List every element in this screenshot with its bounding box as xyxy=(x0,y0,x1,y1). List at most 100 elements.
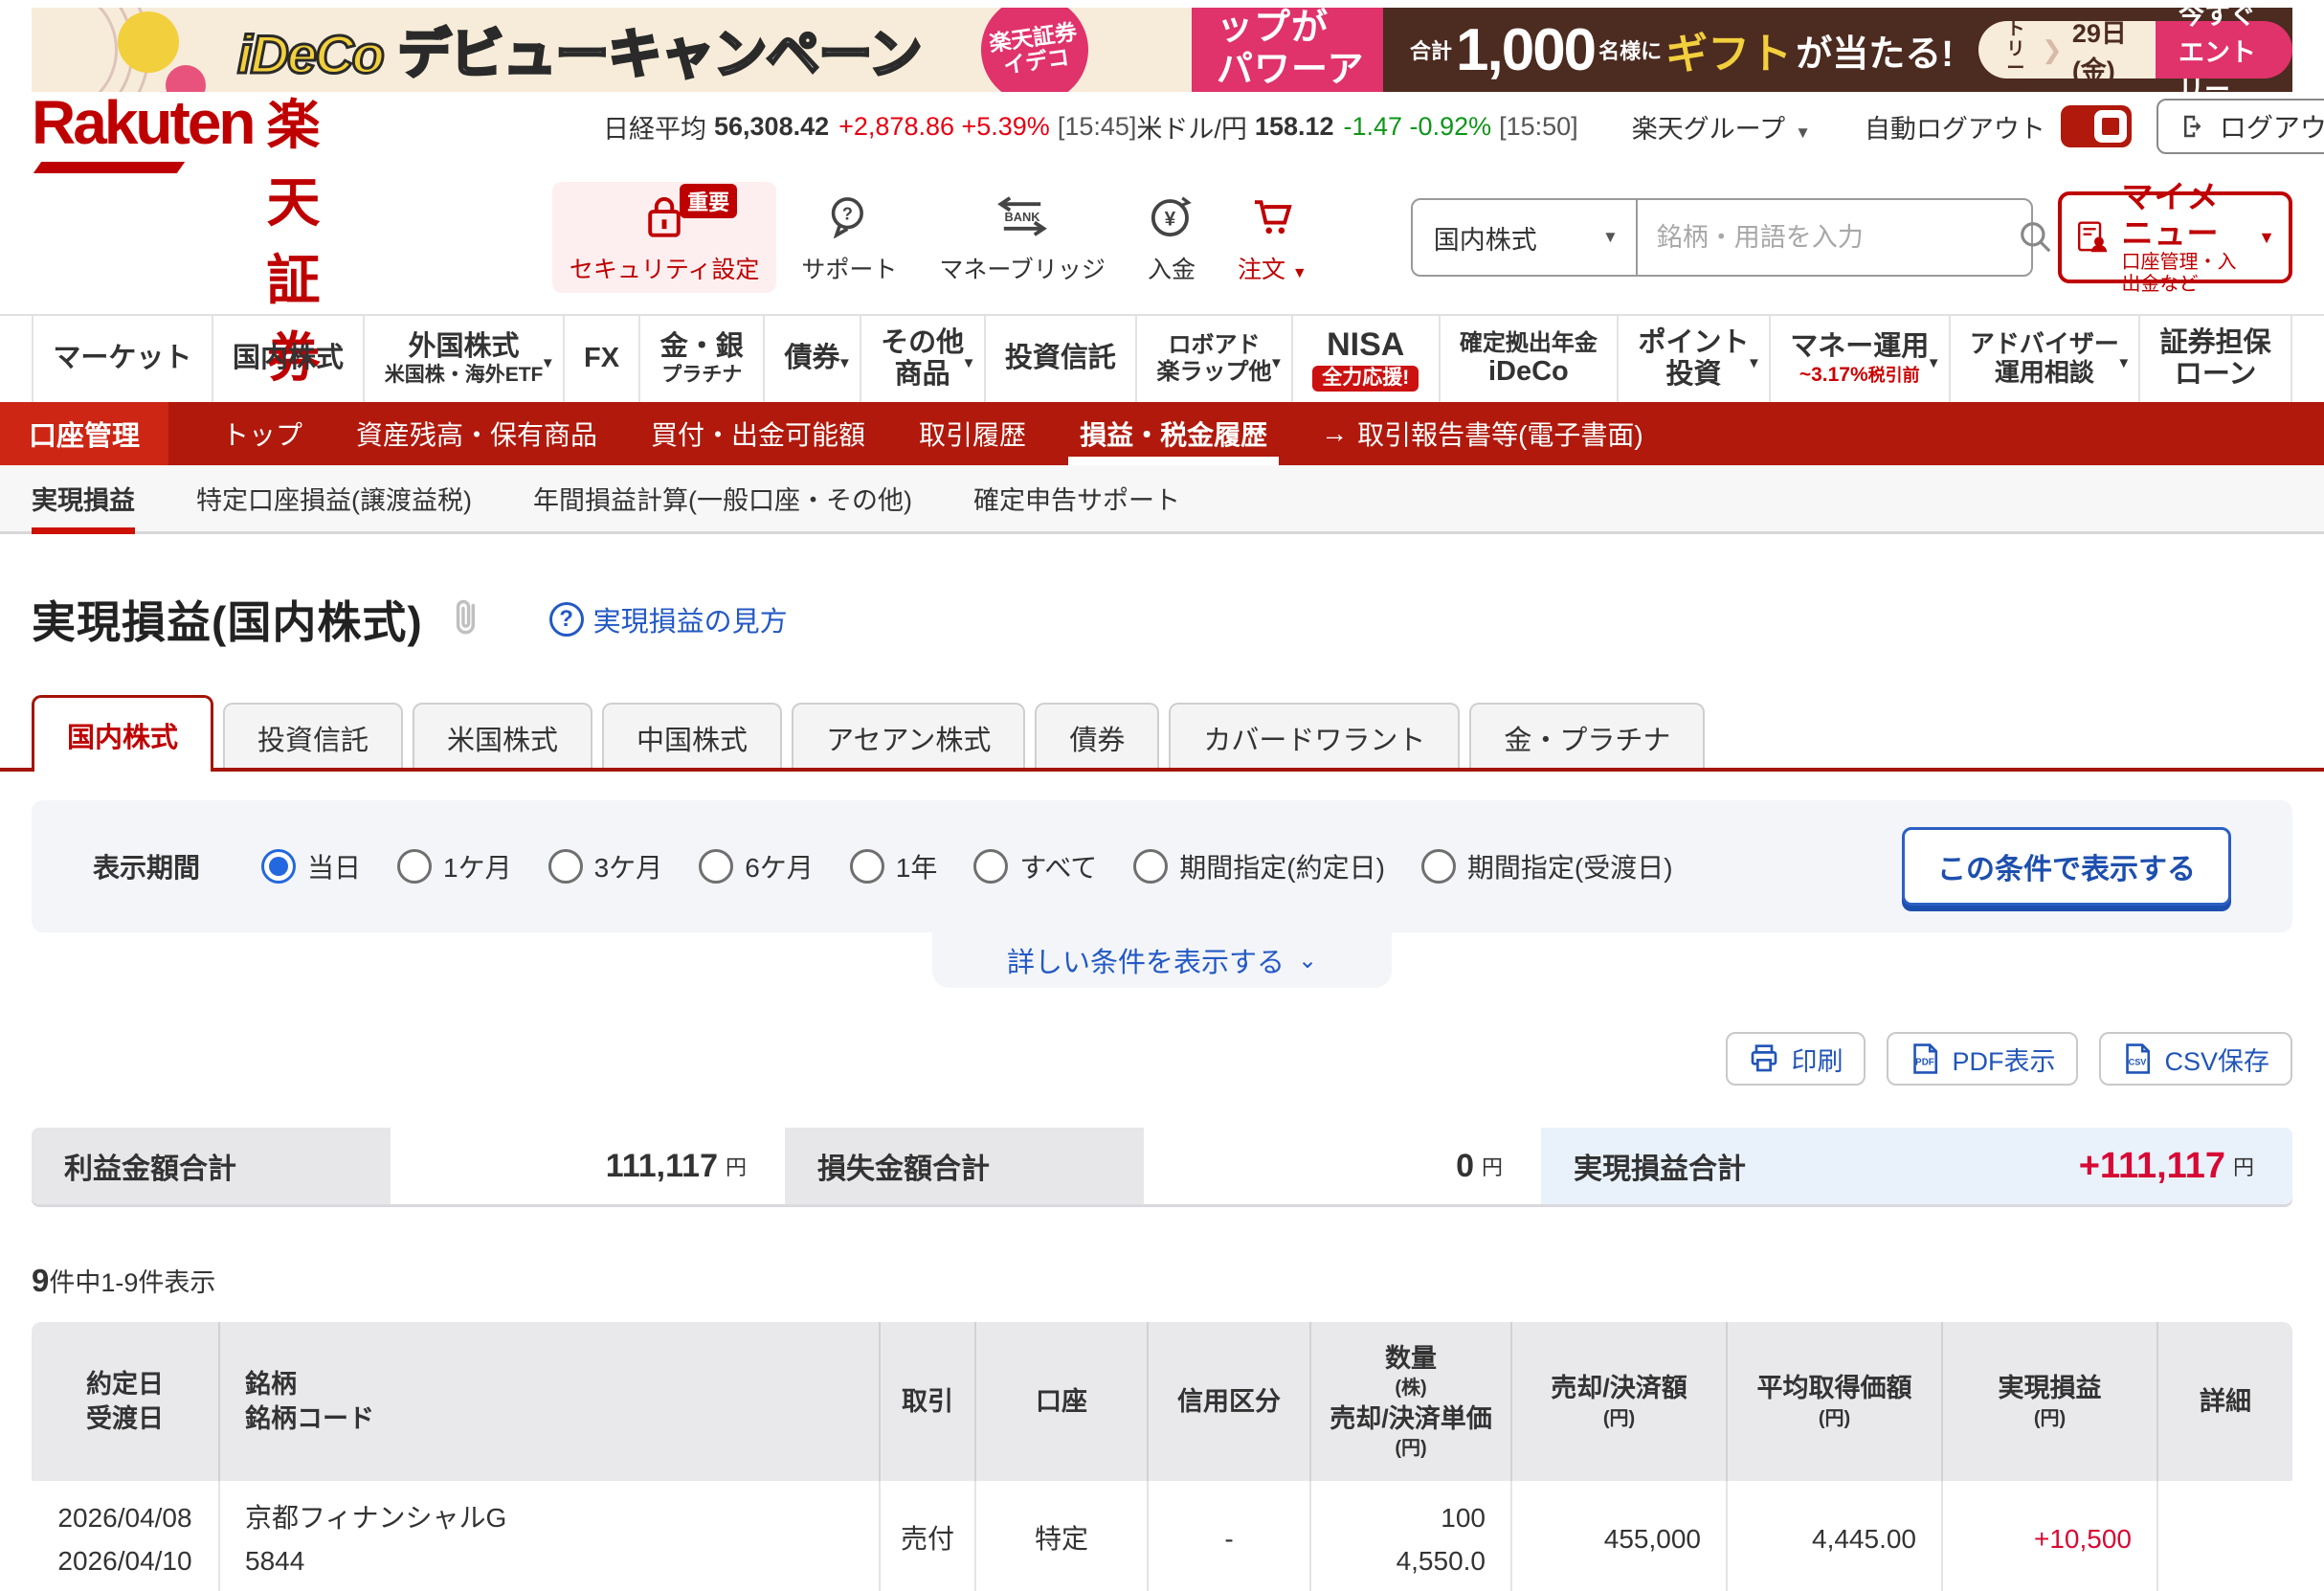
nav-buying-power[interactable]: 買付・出金可能額 xyxy=(651,402,865,465)
campaign-banner[interactable]: iDeCo デビューキャンペーン 楽天証券 イデコ ラインアップが パワーアップ… xyxy=(32,8,2292,92)
nav-mutual-funds[interactable]: 投資信託 xyxy=(984,316,1136,402)
tab-gold-platinum[interactable]: 金・プラチナ xyxy=(1469,703,1705,772)
radio-button[interactable] xyxy=(973,849,1008,884)
campaign-rest: デビューキャンペーン xyxy=(397,24,921,84)
support-label: サポート xyxy=(801,251,897,285)
csv-save-button[interactable]: CSV CSV保存 xyxy=(2099,1032,2292,1086)
nav-gold-platinum[interactable]: 金・銀プラチナ xyxy=(638,316,763,402)
subnav-annual-pl[interactable]: 年間損益計算(一般口座・その他) xyxy=(533,465,912,531)
nav-trade-reports[interactable]: →取引報告書等(電子書面) xyxy=(1321,415,1643,453)
entry-now-button[interactable]: 今すぐエントリー xyxy=(2156,21,2292,78)
group-menu-label: 楽天グループ xyxy=(1632,115,1785,144)
support-link[interactable]: ? サポート xyxy=(784,182,914,293)
nav-fx[interactable]: FX xyxy=(563,316,639,402)
order-link[interactable]: 注文 ▼ xyxy=(1220,182,1325,293)
radio-button[interactable] xyxy=(1133,849,1168,884)
nav-trade-history[interactable]: 取引履歴 xyxy=(919,402,1026,465)
radio-button[interactable] xyxy=(1421,849,1456,884)
nav-point-invest[interactable]: ポイント投資▼ xyxy=(1617,316,1769,402)
banner-decoration-arcs xyxy=(32,8,118,92)
prize-gift: ギフト xyxy=(1665,19,1792,80)
nav-domestic-stocks[interactable]: 国内株式 xyxy=(212,316,364,402)
cell-amount: 455,000 xyxy=(1512,1481,1728,1591)
nav-bonds[interactable]: 債券▼ xyxy=(763,316,860,402)
radio-6months[interactable]: 6ケ月 xyxy=(699,847,814,885)
chevron-down-icon: ▼ xyxy=(1927,355,1941,371)
pdf-view-button[interactable]: PDF PDF表示 xyxy=(1887,1032,2078,1086)
rakuten-group-menu[interactable]: 楽天グループ▼ xyxy=(1632,108,1811,146)
radio-button[interactable] xyxy=(699,849,733,884)
nav-money-management[interactable]: マネー運用~3.17%税引前▼ xyxy=(1769,316,1949,402)
radio-1month[interactable]: 1ケ月 xyxy=(397,847,512,885)
subnav-specific-account-pl[interactable]: 特定口座損益(譲渡益税) xyxy=(196,465,472,531)
show-detail-conditions-link[interactable]: 詳しい条件を表示する ⌄ xyxy=(1007,940,1317,980)
tab-asean-stocks[interactable]: アセアン株式 xyxy=(792,703,1025,772)
cell-detail xyxy=(2158,1481,2292,1591)
nav-roboad[interactable]: ロボアド楽ラップ他▼ xyxy=(1135,316,1291,402)
search-input[interactable] xyxy=(1638,223,2005,253)
radio-button[interactable] xyxy=(548,849,583,884)
tab-bonds[interactable]: 債券 xyxy=(1035,703,1159,772)
nav-other-products[interactable]: その他商品▼ xyxy=(860,316,984,402)
tab-china-stocks[interactable]: 中国株式 xyxy=(602,703,782,772)
entry-label2: 期間 xyxy=(2006,78,2024,92)
tab-domestic-stocks[interactable]: 国内株式 xyxy=(32,695,213,772)
radio-range-settle-date[interactable]: 期間指定(受渡日) xyxy=(1421,847,1673,885)
apply-filter-button[interactable]: この条件で表示する xyxy=(1902,827,2231,906)
deposit-link[interactable]: ¥ 入金 xyxy=(1130,182,1213,293)
nav-account-top[interactable]: トップ xyxy=(222,402,302,465)
tab-mutual-funds[interactable]: 投資信託 xyxy=(223,703,403,772)
security-settings-link[interactable]: 重要 セキュリティ設定 xyxy=(552,182,777,293)
radio-3months[interactable]: 3ケ月 xyxy=(548,847,663,885)
support-chat-icon: ? xyxy=(827,191,871,241)
nav-securities-loan[interactable]: 証券担保ローン xyxy=(2138,316,2292,402)
nav-nisa[interactable]: NISA全力応援! xyxy=(1291,316,1439,402)
tab-covered-warrants[interactable]: カバードワラント xyxy=(1169,703,1460,772)
campaign-title: iDeCo デビューキャンペーン xyxy=(237,11,922,89)
nav-market[interactable]: マーケット xyxy=(32,316,212,402)
nav-asset-balance[interactable]: 資産残高・保有商品 xyxy=(356,402,597,465)
detail-conditions-strip: 詳しい条件を表示する ⌄ xyxy=(932,932,1392,988)
radio-button-selected[interactable] xyxy=(261,849,296,884)
print-button[interactable]: 印刷 xyxy=(1726,1032,1866,1086)
entry-deadline: 5月29日(金)まで xyxy=(2072,8,2140,92)
chevron-down-icon: ▼ xyxy=(1269,355,1284,371)
radio-button[interactable] xyxy=(397,849,432,884)
banner-decoration-circle xyxy=(118,11,179,73)
money-bridge-link[interactable]: BANK マネーブリッジ xyxy=(922,182,1123,293)
logout-button[interactable]: ログアウト xyxy=(2156,99,2324,154)
arrow-right-icon: → xyxy=(1321,418,1348,449)
nav-pl-tax-history[interactable]: 損益・税金履歴 xyxy=(1080,402,1267,465)
nav-ideco[interactable]: 確定拠出年金iDeCo xyxy=(1439,316,1618,402)
svg-text:¥: ¥ xyxy=(1165,209,1176,231)
chevron-down-icon: ⌄ xyxy=(1298,947,1317,975)
radio-1year[interactable]: 1年 xyxy=(850,847,938,885)
usdjpy-change: -1.47 -0.92% xyxy=(1344,112,1492,142)
my-menu-button[interactable]: マイメニュー 口座管理・入出金など ▼ xyxy=(2058,191,2292,283)
usdjpy-time: [15:50] xyxy=(1499,112,1578,142)
radio-button[interactable] xyxy=(850,849,884,884)
paperclip-icon[interactable] xyxy=(448,596,486,643)
logo-en: Rakuten xyxy=(32,87,254,158)
search-category-select[interactable]: 国内株式 ▼ xyxy=(1413,200,1638,275)
header-quick-links: 重要 セキュリティ設定 ? サポート BANK マネーブリッジ ¥ 入金 xyxy=(552,182,1325,293)
display-period-filter: 表示期間 当日 1ケ月 3ケ月 6ケ月 1年 すべて 期間指定(約定日) 期間指… xyxy=(32,800,2292,932)
prize-prefix: 合計 xyxy=(1410,34,1452,65)
subnav-tax-return-support[interactable]: 確定申告サポート xyxy=(973,465,1180,531)
radio-today[interactable]: 当日 xyxy=(261,847,361,885)
subnav-realized-pl[interactable]: 実現損益 xyxy=(32,465,135,531)
lineup-line1: ラインアップが xyxy=(1217,8,1383,50)
auto-logout-toggle[interactable] xyxy=(2061,105,2132,147)
tab-us-stocks[interactable]: 米国株式 xyxy=(413,703,592,772)
radio-all[interactable]: すべて xyxy=(973,847,1097,885)
nav-account-management[interactable]: 口座管理 xyxy=(0,402,168,465)
nav-foreign-stocks[interactable]: 外国株式米国株・海外ETF▼ xyxy=(363,316,562,402)
col-header-quantity: 数量(株)売却/決済単価(円) xyxy=(1311,1322,1512,1481)
result-count: 9件中1-9件表示 xyxy=(0,1204,2324,1322)
table-row: 2026/04/082026/04/10 京都フィナンシャルG5844 売付 特… xyxy=(32,1481,2292,1591)
radio-range-trade-date[interactable]: 期間指定(約定日) xyxy=(1133,847,1385,885)
nav-advisor[interactable]: アドバイザー運用相談▼ xyxy=(1949,316,2139,402)
nisa-badge: 全力応援! xyxy=(1312,366,1419,391)
security-settings-label: セキュリティ設定 xyxy=(570,251,760,285)
pl-help-link[interactable]: ? 実現損益の見方 xyxy=(549,599,788,639)
